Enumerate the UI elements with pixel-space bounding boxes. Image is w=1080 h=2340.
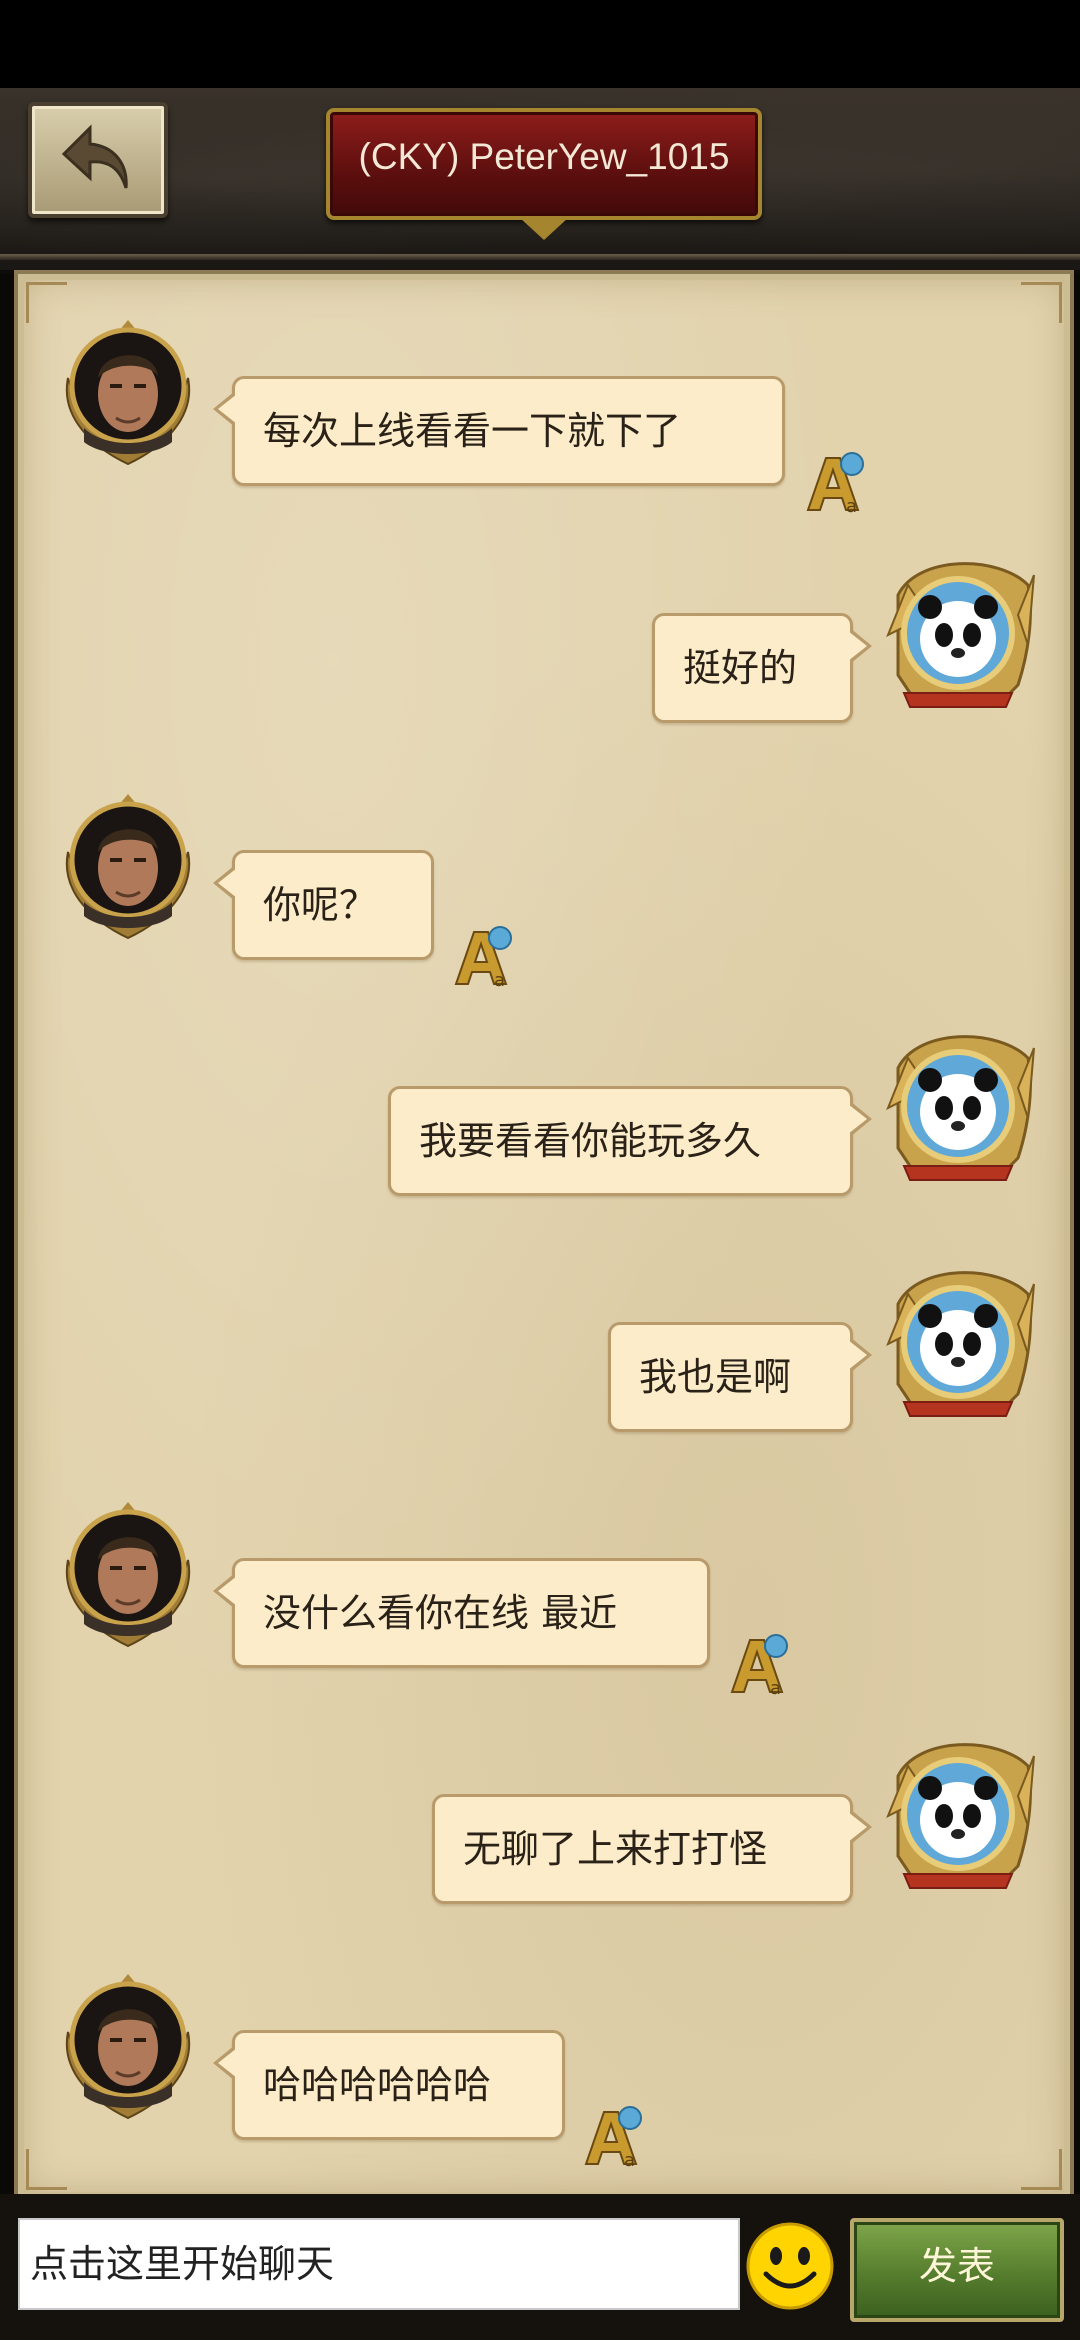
message-row: 你呢？ (0, 792, 1080, 992)
message-text: 没什么看你在线 最近 (263, 1591, 618, 1635)
message-row: 挺好的 (0, 555, 1080, 755)
panda-avatar[interactable] (878, 1028, 1038, 1188)
font-size-icon[interactable] (578, 2102, 648, 2172)
message-text: 哈哈哈哈哈哈 (263, 2063, 492, 2107)
input-bar: 点击这里开始聊天 发表 (0, 2194, 1080, 2340)
message-text: 我也是啊 (639, 1355, 792, 1399)
header: (CKY) PeterYew_1015 (0, 88, 1080, 274)
message-bubble: 挺好的 (652, 613, 872, 723)
message-row: 无聊了上来打打怪 (0, 1736, 1080, 1936)
message-row: 我也是啊 (0, 1264, 1080, 1464)
message-text: 你呢？ (263, 883, 378, 927)
warrior-avatar[interactable] (54, 1972, 202, 2120)
warrior-avatar[interactable] (54, 792, 202, 940)
message-bubble: 我要看看你能玩多久 (388, 1086, 872, 1196)
message-text: 无聊了上来打打怪 (463, 1827, 768, 1871)
font-size-icon[interactable] (724, 1630, 794, 1700)
message-bubble: 哈哈哈哈哈哈 (213, 2030, 565, 2140)
message-row: 每次上线看看一下就下了 (0, 318, 1080, 518)
send-button[interactable]: 发表 (850, 2218, 1064, 2322)
message-row: 哈哈哈哈哈哈 (0, 1972, 1080, 2172)
message-bubble: 你呢？ (213, 850, 434, 960)
page-title: (CKY) PeterYew_1015 (358, 136, 730, 177)
panda-avatar[interactable] (878, 555, 1038, 715)
status-bar (0, 0, 1080, 88)
corner-ornament (1021, 282, 1062, 323)
message-text: 挺好的 (683, 646, 798, 690)
message-bubble: 没什么看你在线 最近 (213, 1558, 710, 1668)
message-bubble: 无聊了上来打打怪 (432, 1794, 872, 1904)
font-size-icon[interactable] (800, 448, 870, 518)
font-size-icon[interactable] (448, 922, 518, 992)
message-bubble: 每次上线看看一下就下了 (213, 376, 785, 486)
message-text: 我要看看你能玩多久 (419, 1119, 762, 1163)
message-bubble: 我也是啊 (608, 1322, 872, 1432)
panda-avatar[interactable] (878, 1736, 1038, 1896)
panda-avatar[interactable] (878, 1264, 1038, 1424)
back-arrow-icon (61, 124, 128, 189)
corner-ornament (26, 282, 67, 323)
smiley-icon[interactable] (744, 2220, 836, 2312)
title-plate: (CKY) PeterYew_1015 (326, 108, 762, 240)
message-row: 我要看看你能玩多久 (0, 1028, 1080, 1228)
back-button[interactable] (28, 102, 168, 218)
message-text: 每次上线看看一下就下了 (263, 409, 682, 453)
warrior-avatar[interactable] (54, 1500, 202, 1648)
chat-input[interactable]: 点击这里开始聊天 (18, 2218, 740, 2310)
warrior-avatar[interactable] (54, 318, 202, 466)
message-row: 没什么看你在线 最近 (0, 1500, 1080, 1700)
